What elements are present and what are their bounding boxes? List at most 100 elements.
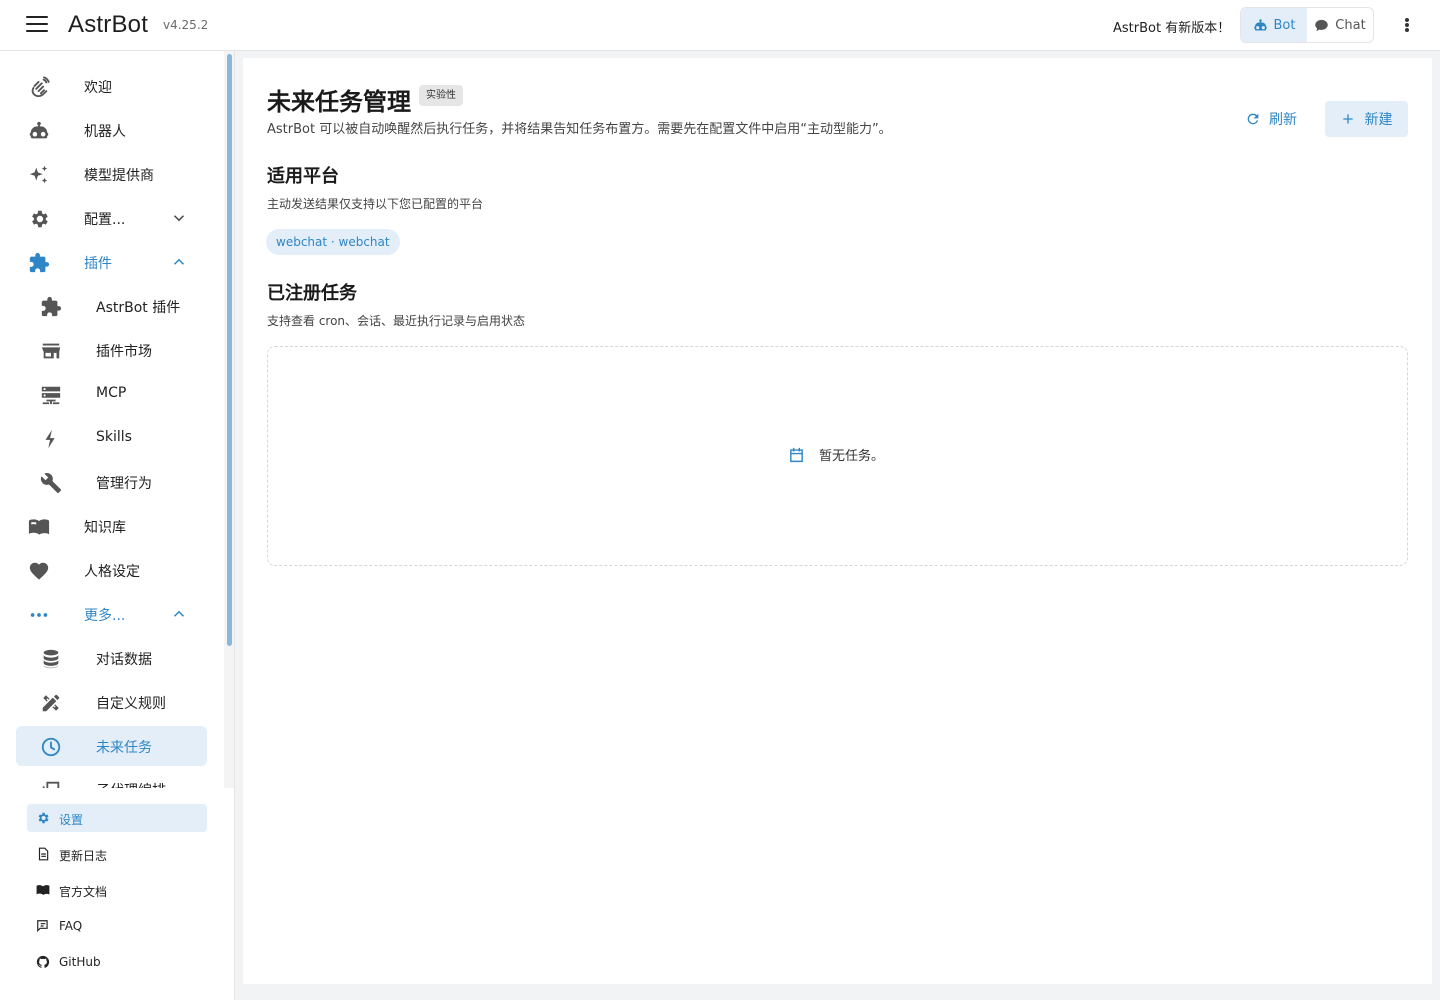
sidebar-item-config[interactable]: 配置... (16, 198, 207, 238)
robot-icon (1253, 18, 1267, 30)
sidebar-item-label: MCP (96, 385, 127, 401)
sidebar-item-astrbot-plugins[interactable]: AstrBot 插件 (16, 286, 207, 326)
platforms-section-title: 适用平台 (267, 166, 339, 187)
sidebar-item-label: 对话数据 (96, 652, 152, 668)
mode-chat-label: Chat (1335, 17, 1366, 33)
new-task-button[interactable]: 新建 (1325, 101, 1408, 137)
plus-icon (1342, 114, 1353, 124)
dots-icon (28, 604, 50, 626)
refresh-label: 刷新 (1269, 112, 1297, 128)
faq-icon (36, 919, 50, 933)
clock-icon (40, 736, 62, 758)
sidebar-item-label: 管理行为 (96, 476, 152, 492)
sidebar-item-welcome[interactable]: 欢迎 (16, 66, 207, 106)
robot-icon (28, 120, 50, 142)
sidebar-item-label: 未来任务 (96, 740, 152, 756)
puzzle-icon (28, 252, 50, 274)
heart-icon (28, 560, 50, 582)
app-bar: AstrBot v4.25.2 AstrBot 有新版本！ Bot Chat (0, 0, 1440, 51)
database-icon (40, 648, 62, 670)
refresh-icon (1247, 113, 1259, 125)
sidebar-item-conversations[interactable]: 对话数据 (16, 638, 207, 678)
sidebar-item-label: 人格设定 (84, 564, 140, 580)
update-notice[interactable]: AstrBot 有新版本！ (1113, 17, 1230, 36)
mode-toggle: Bot Chat (1240, 7, 1374, 43)
empty-state-text: 暂无任务。 (819, 449, 885, 464)
sidebar-scrollbar-thumb[interactable] (227, 54, 232, 646)
more-vert-icon[interactable] (1398, 15, 1416, 35)
sparkles-icon (28, 164, 50, 186)
footer-item-faq[interactable]: FAQ (27, 912, 207, 940)
mode-bot-button[interactable]: Bot (1241, 8, 1307, 42)
store-icon (40, 340, 62, 362)
sidebar-item-persona[interactable]: 人格设定 (16, 550, 207, 590)
platforms-section-description: 主动发送结果仅支持以下您已配置的平台 (267, 197, 484, 211)
footer-item-label: 官方文档 (59, 885, 108, 899)
sidebar-item-label: 插件市场 (96, 344, 152, 360)
gear-icon (36, 811, 50, 825)
wrench-icon (40, 472, 62, 494)
sidebar-item-mcp[interactable]: MCP (16, 374, 207, 414)
sidebar-item-behavior[interactable]: 管理行为 (16, 462, 207, 502)
chevron-up-icon (173, 610, 185, 617)
mode-chat-button[interactable]: Chat (1307, 8, 1373, 42)
refresh-button[interactable]: 刷新 (1235, 101, 1307, 137)
sidebar-item-label: 插件 (84, 256, 112, 272)
puzzle-icon (40, 296, 62, 318)
footer-item-settings[interactable]: 设置 (27, 804, 207, 832)
tasks-section-title: 已注册任务 (267, 283, 357, 304)
sidebar-item-subagents[interactable]: 子代理编排 (16, 757, 207, 788)
mode-bot-label: Bot (1273, 17, 1296, 33)
platform-chip[interactable]: webchat · webchat (266, 229, 400, 255)
sidebar-item-label: 子代理编排 (96, 780, 166, 788)
page-description: AstrBot 可以被自动唤醒然后执行任务，并将结果告知任务布置方。需要先在配置… (267, 122, 892, 137)
sidebar-nav: 欢迎 机器人 模型提供商 配置... 插件 AstrBot 插件 插件市场 MC… (0, 51, 222, 788)
sidebar-item-label: 欢迎 (84, 80, 112, 96)
sidebar-item-plugin-market[interactable]: 插件市场 (16, 330, 207, 370)
copy-icon (40, 779, 62, 788)
sidebar-item-label: AstrBot 插件 (96, 300, 181, 316)
footer-item-docs[interactable]: 官方文档 (27, 876, 207, 904)
lightning-icon (40, 428, 62, 450)
calendar-icon (790, 447, 803, 462)
sidebar-item-providers[interactable]: 模型提供商 (16, 154, 207, 194)
sidebar-item-label: 知识库 (84, 520, 126, 536)
github-icon (36, 955, 50, 969)
chevron-down-icon (173, 215, 185, 222)
sidebar-item-plugins[interactable]: 插件 (16, 242, 207, 282)
version-label: v4.25.2 (163, 18, 209, 32)
footer-item-changelog[interactable]: 更新日志 (27, 840, 207, 868)
chevron-up-icon (173, 258, 185, 265)
sidebar-item-label: Skills (96, 429, 132, 445)
main-panel: 未来任务管理 实验性 AstrBot 可以被自动唤醒然后执行任务，并将结果告知任… (243, 58, 1432, 984)
gear-icon (28, 208, 50, 230)
experimental-badge: 实验性 (419, 85, 463, 106)
sidebar-item-label: 配置... (84, 212, 126, 228)
sidebar-item-knowledge[interactable]: 知识库 (16, 506, 207, 546)
tasks-empty-state: 暂无任务。 (267, 346, 1408, 566)
book-icon (28, 516, 50, 538)
waving-hand-icon (28, 76, 50, 98)
page-title: 未来任务管理 (267, 88, 411, 116)
sidebar-item-custom-rules[interactable]: 自定义规则 (16, 682, 207, 722)
book-icon (36, 883, 50, 897)
sidebar-item-label: 机器人 (84, 124, 126, 140)
sidebar-item-robot[interactable]: 机器人 (16, 110, 207, 150)
sidebar: 欢迎 机器人 模型提供商 配置... 插件 AstrBot 插件 插件市场 MC… (0, 51, 235, 1000)
sidebar-footer: 设置 更新日志 官方文档 FAQ GitHub (0, 788, 234, 1000)
server-icon (40, 384, 62, 406)
menu-icon[interactable] (26, 16, 48, 34)
footer-item-label: 更新日志 (59, 849, 108, 863)
sidebar-item-more[interactable]: 更多... (16, 594, 207, 634)
empty-state-content: 暂无任务。 (788, 445, 884, 464)
footer-item-github[interactable]: GitHub (27, 948, 207, 976)
chat-bubble-icon (1315, 19, 1329, 31)
tasks-section-description: 支持查看 cron、会话、最近执行记录与启用状态 (267, 314, 526, 328)
brand-title: AstrBot (68, 11, 149, 38)
footer-item-label: GitHub (59, 955, 101, 969)
footer-item-label: 设置 (59, 813, 84, 827)
sidebar-item-label: 模型提供商 (84, 168, 154, 184)
sidebar-item-skills[interactable]: Skills (16, 418, 207, 458)
new-task-label: 新建 (1364, 112, 1393, 128)
document-icon (36, 847, 50, 861)
